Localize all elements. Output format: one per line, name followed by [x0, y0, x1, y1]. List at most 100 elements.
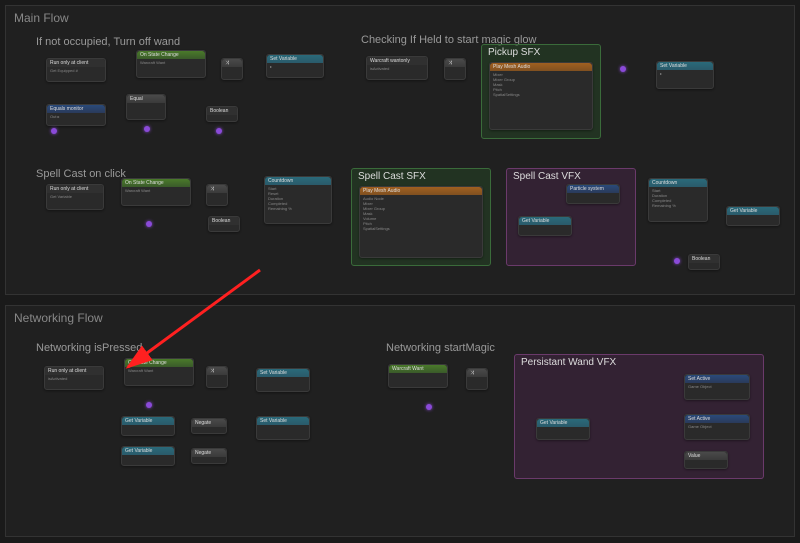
- section-networking-ispressed: Networking isPressed: [36, 342, 142, 354]
- node-branch-3[interactable]: ⤨: [206, 184, 228, 206]
- node-header: Play Mesh Audio: [490, 63, 592, 71]
- node-get-variable-6[interactable]: Get Variable: [536, 418, 590, 440]
- branch-icon: ⤨: [207, 185, 227, 193]
- node-header: Boolean: [209, 217, 239, 225]
- section-networking-startmagic: Networking startMagic: [386, 342, 495, 354]
- node-branch-2[interactable]: ⤨: [444, 58, 466, 80]
- node-body: ▸: [267, 63, 323, 70]
- node-body: Out ▸: [47, 113, 105, 120]
- node-header: Countdown: [265, 177, 331, 185]
- node-body: ▸: [657, 70, 713, 77]
- node-header: Set Active: [685, 415, 749, 423]
- node-header: Run only at client: [47, 59, 105, 67]
- node-header: Warcraft Want: [389, 365, 447, 373]
- node-header: Get Variable: [537, 419, 589, 427]
- node-equals-monitor[interactable]: Equals monitor Out ▸: [46, 104, 106, 126]
- connector-dot: [216, 128, 222, 134]
- node-boolean-3[interactable]: Boolean: [688, 254, 720, 270]
- node-header: On State Change: [122, 179, 190, 187]
- node-set-variable-4[interactable]: Set Variable: [256, 416, 310, 440]
- node-header: Value: [685, 452, 727, 460]
- node-set-active-2[interactable]: Set Active Game Object: [684, 414, 750, 440]
- pin: Remaining %: [268, 206, 328, 211]
- node-negate-1[interactable]: Negate: [191, 418, 227, 434]
- node-header: Get Variable: [727, 207, 779, 215]
- node-on-state-change-3[interactable]: On State Change Warcraft Want: [124, 358, 194, 386]
- node-header: Boolean: [207, 107, 237, 115]
- node-particles[interactable]: Particle system: [566, 184, 620, 204]
- connector-dot: [426, 404, 432, 410]
- node-header: Equals monitor: [47, 105, 105, 113]
- node-set-variable-1[interactable]: Set Variable ▸: [266, 54, 324, 78]
- node-branch-4[interactable]: ⤨: [206, 366, 228, 388]
- pin: SpatialSettings: [493, 92, 589, 97]
- node-header: Run only at client: [47, 185, 103, 193]
- group-title: Spell Cast VFX: [513, 171, 581, 182]
- node-body: Game Object: [685, 383, 749, 390]
- node-on-state-change-2[interactable]: On State Change Warcraft Want: [121, 178, 191, 206]
- node-header: Get Variable: [122, 417, 174, 425]
- pin: Remaining %: [652, 203, 704, 208]
- node-title: Get Equipped #: [47, 67, 105, 74]
- node-countdown-2[interactable]: Countdown Start Duration Completed Remai…: [648, 178, 708, 222]
- node-play-audio-1[interactable]: Play Mesh Audio Mixer Mixer Group Mask P…: [489, 62, 593, 130]
- node-negate-2[interactable]: Negate: [191, 448, 227, 464]
- node-equal[interactable]: Equal: [126, 94, 166, 120]
- node-header: Equal: [127, 95, 165, 103]
- node-header: Set Variable: [257, 417, 309, 425]
- node-header: Negate: [192, 449, 226, 457]
- node-get-variable-2[interactable]: Get Variable: [518, 216, 572, 236]
- node-boolean-1[interactable]: Boolean: [206, 106, 238, 122]
- branch-icon: ⤨: [467, 369, 487, 377]
- node-branch-1[interactable]: ⤨: [221, 58, 243, 80]
- node-get-variable-1[interactable]: Run only at client Get Variable: [46, 184, 104, 210]
- node-body: Start Reset Duration Completed Remaining…: [265, 185, 331, 212]
- node-get-variable-3[interactable]: Get Variable: [726, 206, 780, 226]
- connector-dot: [144, 126, 150, 132]
- node-header: Warcraft wantonly: [367, 57, 427, 65]
- node-body: isActivated: [45, 375, 103, 382]
- node-value[interactable]: Value: [684, 451, 728, 469]
- node-header: Set Variable: [257, 369, 309, 377]
- node-body: isActivated: [367, 65, 427, 72]
- node-header: Run only at client: [45, 367, 103, 375]
- pin: SpatialSettings: [363, 226, 479, 231]
- node-set-variable-2[interactable]: Set Variable ▸: [656, 61, 714, 89]
- node-body: Audio Node Mixer Mixer Group Mask Volume…: [360, 195, 482, 232]
- node-play-audio-2[interactable]: Play Mesh Audio Audio Node Mixer Mixer G…: [359, 186, 483, 258]
- node-body: Warcraft Want: [125, 367, 193, 374]
- node-header: Boolean: [689, 255, 719, 263]
- node-header: Set Active: [685, 375, 749, 383]
- connector-dot: [146, 221, 152, 227]
- node-header: Negate: [192, 419, 226, 427]
- node-header: Get Variable: [122, 447, 174, 455]
- section-spell-cast-click: Spell Cast on click: [36, 168, 126, 180]
- group-title: Spell Cast SFX: [358, 171, 426, 182]
- node-get-equipped[interactable]: Run only at client Get Equipped #: [46, 58, 106, 82]
- connector-dot: [51, 128, 57, 134]
- node-countdown-1[interactable]: Countdown Start Reset Duration Completed…: [264, 176, 332, 224]
- node-branch-5[interactable]: ⤨: [466, 368, 488, 390]
- node-get-variable-4[interactable]: Get Variable: [121, 416, 175, 436]
- node-set-active-1[interactable]: Set Active Game Object: [684, 374, 750, 400]
- node-event-held[interactable]: Warcraft wantonly isActivated: [366, 56, 428, 80]
- connector-dot: [620, 66, 626, 72]
- connector-dot: [674, 258, 680, 264]
- node-header: Play Mesh Audio: [360, 187, 482, 195]
- node-header: On State Change: [137, 51, 205, 59]
- node-header: Countdown: [649, 179, 707, 187]
- node-set-variable-3[interactable]: Set Variable: [256, 368, 310, 392]
- node-boolean-2[interactable]: Boolean: [208, 216, 240, 232]
- group-title: Pickup SFX: [488, 47, 540, 58]
- branch-icon: ⤨: [445, 59, 465, 67]
- node-net-event[interactable]: Run only at client isActivated: [44, 366, 104, 390]
- node-on-state-change-1[interactable]: On State Change Warcraft Want: [136, 50, 206, 78]
- node-body: Warcraft Want: [122, 187, 190, 194]
- networking-flow-panel: Networking Flow Networking isPressed Net…: [5, 305, 795, 537]
- networking-flow-title: Networking Flow: [14, 311, 103, 325]
- node-body: Mixer Mixer Group Mask Pitch SpatialSett…: [490, 71, 592, 98]
- node-header: Set Variable: [267, 55, 323, 63]
- node-net-event-2[interactable]: Warcraft Want: [388, 364, 448, 388]
- group-title: Persistant Wand VFX: [521, 357, 616, 368]
- node-get-variable-5[interactable]: Get Variable: [121, 446, 175, 466]
